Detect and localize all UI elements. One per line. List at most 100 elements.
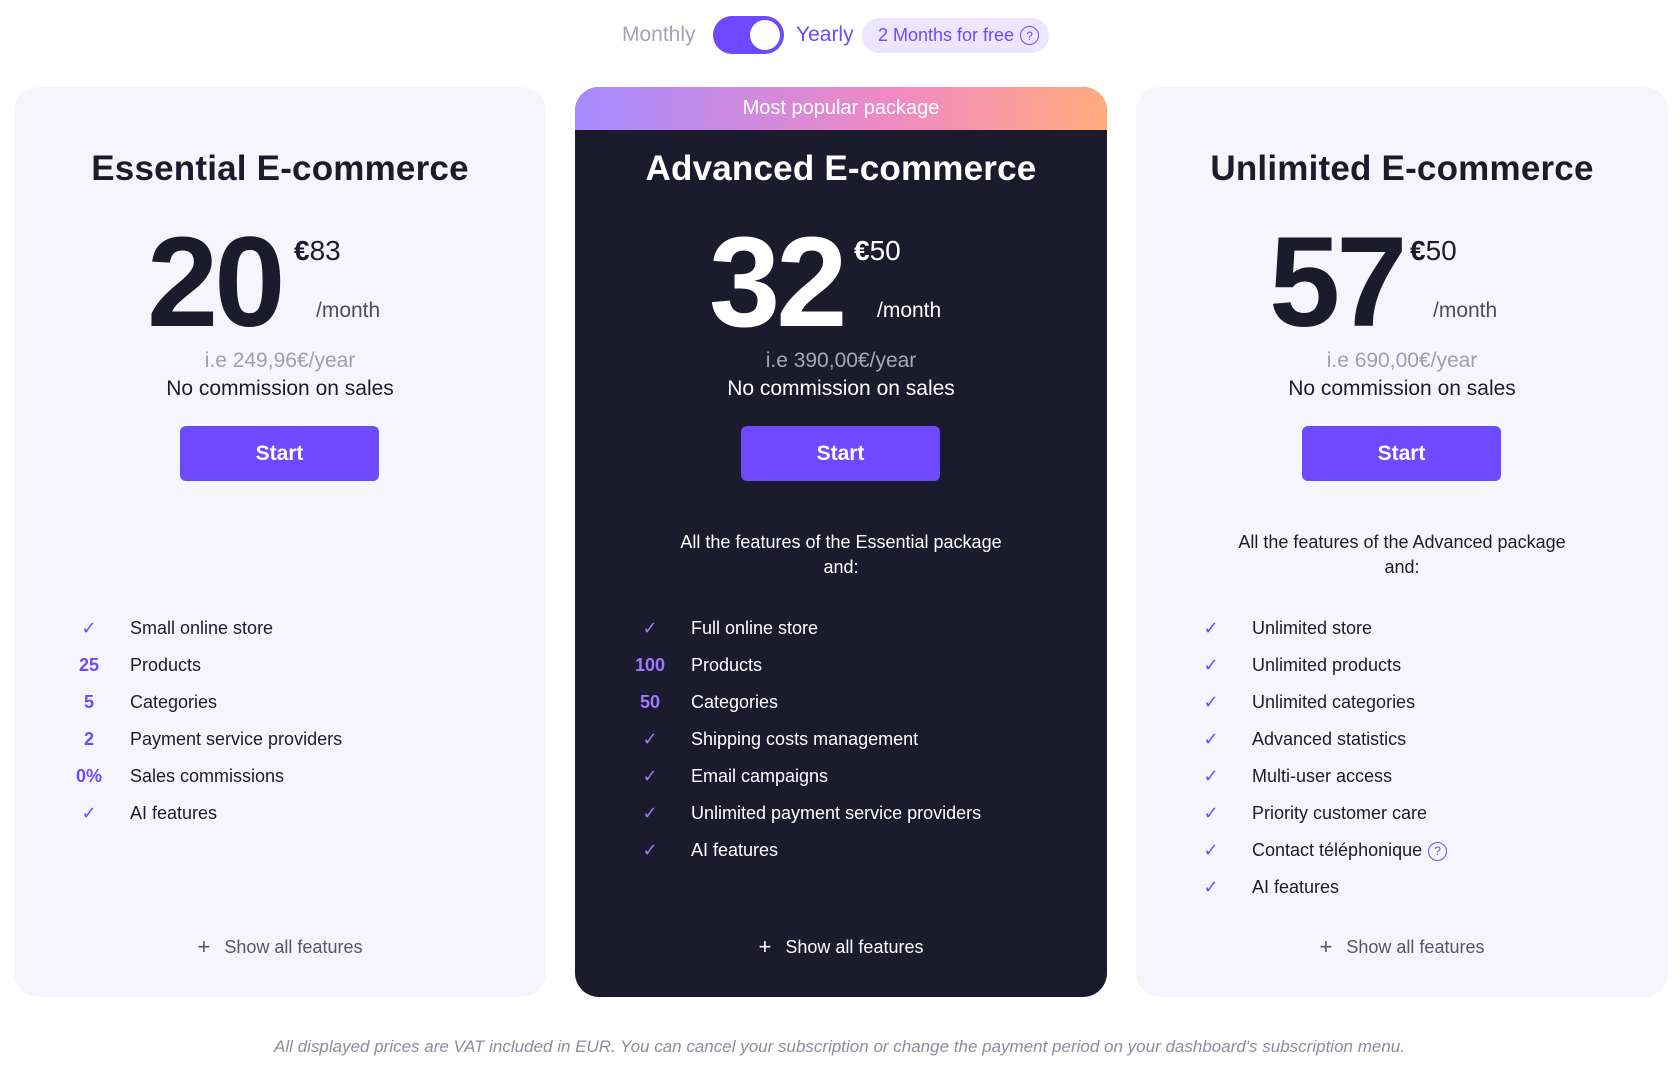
plan-intro: All the features of the Essential packag… — [680, 532, 1002, 577]
feature-item: ✓ Advanced statistics — [1176, 721, 1646, 758]
show-all-features-link[interactable]: + Show all features — [575, 936, 1107, 958]
plan-price: 57 €50 /month — [1136, 219, 1668, 347]
price-whole: 57 — [1269, 211, 1407, 354]
feature-item: ✓ AI features — [54, 795, 524, 832]
yearly-total: i.e 690,00€/year — [1326, 349, 1478, 372]
feature-label: AI features — [1252, 877, 1340, 897]
feature-quantity: 2 — [83, 729, 94, 749]
feature-item: ✓ AI features — [1176, 869, 1646, 906]
question-circle-icon[interactable]: ? — [1428, 841, 1448, 861]
commission-note: No commission on sales — [1288, 377, 1516, 400]
price-whole: 32 — [709, 211, 847, 354]
show-all-label: Show all features — [1346, 936, 1485, 957]
plus-icon: + — [197, 934, 211, 959]
check-icon: ✓ — [1203, 729, 1219, 749]
check-icon: ✓ — [81, 803, 97, 823]
plan-title: Unlimited E-commerce — [1210, 149, 1594, 188]
question-circle-icon[interactable]: ? — [1020, 26, 1040, 45]
yearly-label[interactable]: Yearly — [796, 23, 854, 47]
feature-item: ✓ Priority customer care — [1176, 795, 1646, 832]
feature-quantity: 50 — [639, 692, 661, 712]
show-all-label: Show all features — [785, 936, 924, 957]
feature-label: Full online store — [691, 618, 819, 638]
feature-list: ✓ Full online store 100 Products 50 Categor… — [615, 610, 1085, 869]
price-cents: 50 — [1425, 235, 1457, 266]
feature-label: AI features — [691, 840, 779, 860]
billing-period-switch[interactable] — [713, 16, 784, 54]
feature-item: ✓ Unlimited categories — [1176, 684, 1646, 721]
feature-label: Unlimited products — [1252, 655, 1402, 675]
feature-list: ✓ Unlimited store ✓ Unlimited products ✓ Un… — [1176, 610, 1646, 906]
price-fraction: €50 — [854, 235, 901, 267]
feature-item: 5 Categories — [54, 684, 524, 721]
plan-price: 32 €50 /month — [575, 219, 1107, 347]
show-all-features-link[interactable]: + Show all features — [14, 936, 546, 958]
price-fraction: €50 — [1410, 235, 1457, 267]
feature-label: Unlimited categories — [1252, 692, 1416, 712]
feature-label: Contact téléphonique — [1252, 840, 1423, 860]
feature-item: 0% Sales commissions — [54, 758, 524, 795]
price-currency: € — [854, 235, 870, 266]
check-icon: ✓ — [81, 618, 97, 638]
feature-list: ✓ Small online store 25 Products 5 Categori… — [54, 610, 524, 832]
commission-note: No commission on sales — [166, 377, 394, 400]
check-icon: ✓ — [642, 618, 658, 638]
feature-label: Sales commissions — [130, 766, 285, 786]
show-all-features-link[interactable]: + Show all features — [1136, 936, 1668, 958]
feature-item: ✓ Email campaigns — [615, 758, 1085, 795]
feature-item: 25 Products — [54, 647, 524, 684]
check-icon: ✓ — [1203, 877, 1219, 897]
feature-label: Advanced statistics — [1252, 729, 1407, 749]
plus-icon: + — [758, 934, 772, 959]
plan-card-essential: Essential E-commerce 20 €83 /month i.e 2… — [14, 87, 546, 997]
plan-price: 20 €83 /month — [14, 219, 546, 347]
plus-icon: + — [1319, 934, 1333, 959]
feature-label: Email campaigns — [691, 766, 829, 786]
yearly-total: i.e 390,00€/year — [765, 349, 917, 372]
check-icon: ✓ — [1203, 840, 1219, 860]
check-icon: ✓ — [1203, 655, 1219, 675]
price-period: /month — [877, 299, 942, 322]
check-icon: ✓ — [1203, 692, 1219, 712]
yearly-total: i.e 249,96€/year — [204, 349, 356, 372]
feature-label: AI features — [130, 803, 218, 823]
feature-item: ✓ Shipping costs management — [615, 721, 1085, 758]
price-cents: 50 — [869, 235, 901, 266]
plan-card-unlimited: Unlimited E-commerce 57 €50 /month i.e 6… — [1136, 87, 1668, 997]
feature-quantity: 25 — [78, 655, 100, 675]
feature-label: Categories — [130, 692, 218, 712]
feature-quantity: 100 — [634, 655, 666, 675]
check-icon: ✓ — [642, 803, 658, 823]
commission-note: No commission on sales — [727, 377, 955, 400]
feature-item: ✓ Unlimited payment service providers — [615, 795, 1085, 832]
check-icon: ✓ — [642, 729, 658, 749]
check-icon: ✓ — [1203, 803, 1219, 823]
feature-item: 2 Payment service providers — [54, 721, 524, 758]
start-button-essential[interactable]: Start — [180, 426, 379, 481]
feature-label: Products — [130, 655, 202, 675]
price-cents: 83 — [309, 235, 341, 266]
most-popular-banner: Most popular package — [575, 87, 1107, 130]
price-whole: 20 — [147, 211, 285, 354]
price-period: /month — [316, 299, 381, 322]
free-months-badge: 2 Months for free ? — [862, 18, 1050, 53]
feature-label: Products — [691, 655, 763, 675]
check-icon: ✓ — [1203, 766, 1219, 786]
feature-quantity: 0% — [75, 766, 102, 786]
vat-disclaimer: All displayed prices are VAT included in… — [274, 1037, 1405, 1056]
feature-label: Small online store — [130, 618, 274, 638]
plan-intro: All the features of the Advanced package… — [1238, 532, 1566, 577]
start-button-unlimited[interactable]: Start — [1302, 426, 1501, 481]
feature-item: 50 Categories — [615, 684, 1085, 721]
monthly-label[interactable]: Monthly — [622, 23, 696, 47]
price-period: /month — [1433, 299, 1498, 322]
free-months-label: 2 Months for free — [878, 25, 1015, 45]
price-fraction: €83 — [294, 235, 341, 267]
feature-item: ✓ Unlimited products — [1176, 647, 1646, 684]
feature-quantity: 5 — [83, 692, 94, 712]
start-button-advanced[interactable]: Start — [741, 426, 940, 481]
plan-card-advanced: Most popular package Advanced E-commerce… — [575, 87, 1107, 997]
feature-label: Priority customer care — [1252, 803, 1428, 823]
feature-label: Unlimited store — [1252, 618, 1373, 638]
feature-label: Shipping costs management — [691, 729, 919, 749]
